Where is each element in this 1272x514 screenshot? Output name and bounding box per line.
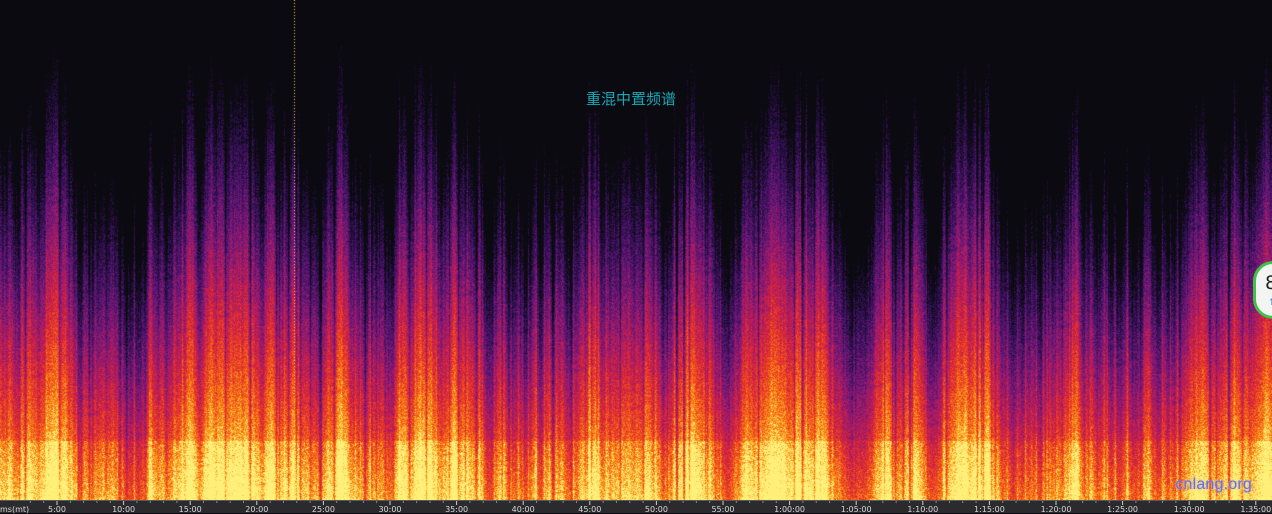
chart-title: 重混中置频谱 <box>585 90 676 108</box>
watermark: cnlang.org <box>1175 476 1252 493</box>
time-axis: ms(mt) 5:00 10:00 15:00 20:00 25:00 30:00 35:00… <box>0 500 1272 514</box>
level-meter-button[interactable]: 8 ↑ <box>1253 261 1272 319</box>
up-arrow-icon: ↑ <box>1268 298 1272 308</box>
spectrogram-plot <box>0 0 1272 500</box>
meter-value: 8 <box>1265 272 1272 294</box>
time-axis-ticks: ms(mt) 5:00 10:00 15:00 20:00 25:00 30:00 35:00… <box>0 501 1271 514</box>
